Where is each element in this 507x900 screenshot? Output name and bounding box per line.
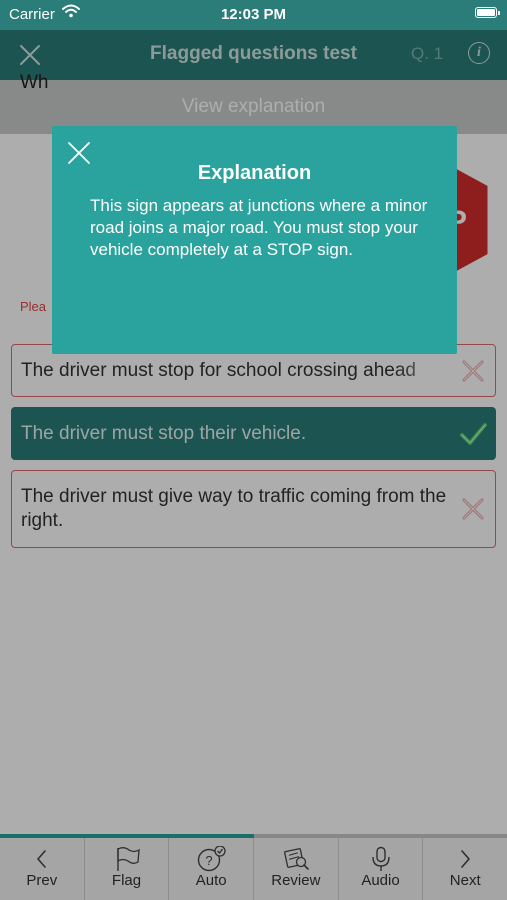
battery-icon — [475, 7, 500, 18]
modal-title: Explanation — [197, 162, 312, 184]
status-time: 12:03 PM — [220, 6, 287, 23]
status-bar: Carrier 12:03 PM — [0, 0, 507, 30]
explanation-modal: Explanation This sign appears at junctio… — [52, 126, 457, 354]
modal-body: This sign appears at junctions where a m… — [90, 196, 428, 259]
